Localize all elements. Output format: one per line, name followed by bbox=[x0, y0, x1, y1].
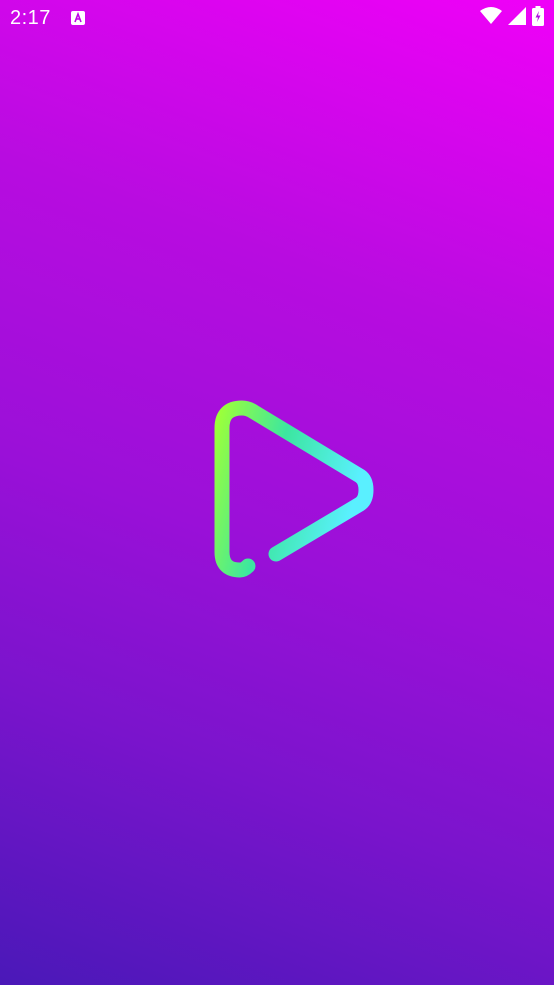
status-clock: 2:17 bbox=[10, 6, 51, 29]
status-bar: 2:17 bbox=[0, 0, 554, 36]
splash-screen: 2:17 bbox=[0, 0, 554, 985]
status-bar-left: 2:17 bbox=[10, 7, 85, 30]
cell-signal-icon bbox=[508, 6, 526, 30]
status-bar-right bbox=[480, 5, 544, 31]
battery-charging-icon bbox=[532, 5, 544, 31]
play-logo-icon bbox=[208, 394, 380, 590]
accessibility-app-icon bbox=[70, 11, 85, 25]
wifi-icon bbox=[480, 6, 502, 30]
